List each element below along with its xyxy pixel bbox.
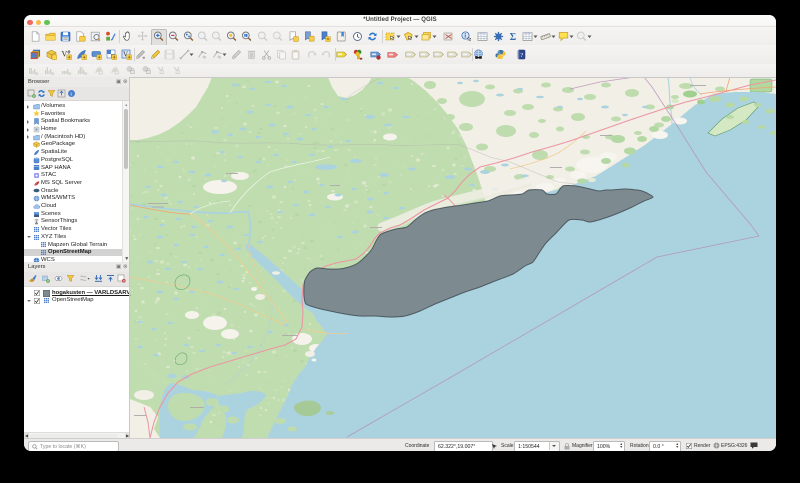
svg-text:?: ? (520, 52, 523, 59)
svg-text:Σ: Σ (509, 32, 516, 42)
